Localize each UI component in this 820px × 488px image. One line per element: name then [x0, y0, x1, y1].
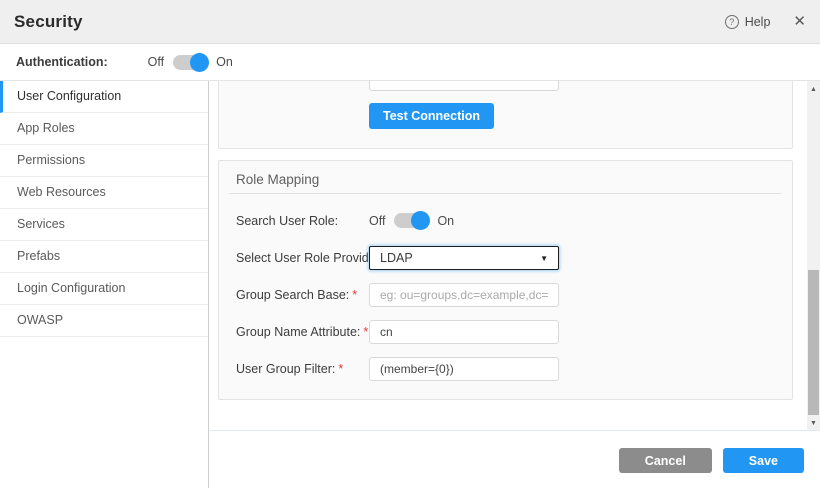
auth-off-label: Off [148, 55, 164, 69]
title-bar: Security ? Help ✕ [0, 0, 820, 44]
sidebar-item-services[interactable]: Services [0, 209, 208, 241]
role-mapping-title: Role Mapping [236, 172, 319, 187]
user-role-provider-select[interactable]: LDAP ▼ [369, 246, 559, 270]
auth-on-label: On [216, 55, 233, 69]
section-divider [229, 193, 781, 194]
sidebar-item-user-configuration[interactable]: User Configuration [0, 81, 208, 113]
required-asterisk: * [338, 362, 343, 376]
authentication-toggle[interactable] [173, 55, 207, 70]
sidebar-item-permissions[interactable]: Permissions [0, 145, 208, 177]
scroll-down-icon[interactable]: ▼ [807, 417, 820, 430]
group-search-base-input[interactable] [369, 283, 559, 307]
search-user-role-toggle[interactable] [394, 213, 428, 228]
user-group-filter-row: User Group Filter:* [236, 357, 775, 381]
footer-actions: Cancel Save [210, 431, 820, 488]
user-configuration-panel: Test Connection Role Mapping Search User… [210, 81, 807, 430]
toggle-knob [411, 211, 430, 230]
scroll-up-icon[interactable]: ▲ [807, 83, 820, 96]
sidebar-item-prefabs[interactable]: Prefabs [0, 241, 208, 273]
scrollbar-thumb[interactable] [808, 270, 819, 415]
sidebar-item-web-resources[interactable]: Web Resources [0, 177, 208, 209]
required-asterisk: * [352, 288, 357, 302]
ldap-partial-input[interactable] [369, 81, 559, 91]
help-label: Help [745, 15, 771, 29]
help-button[interactable]: ? Help [725, 15, 771, 29]
sidebar-item-app-roles[interactable]: App Roles [0, 113, 208, 145]
sidebar-item-owasp[interactable]: OWASP [0, 305, 208, 337]
provider-selected-value: LDAP [380, 251, 413, 265]
search-user-role-label: Search User Role: [236, 214, 338, 228]
authentication-label: Authentication: [16, 55, 108, 69]
cancel-button[interactable]: Cancel [619, 448, 712, 473]
provider-row: Select User Role Provider: LDAP ▼ [236, 246, 775, 270]
user-group-filter-label: User Group Filter:* [236, 362, 343, 376]
save-button[interactable]: Save [723, 448, 804, 473]
chevron-down-icon: ▼ [540, 254, 548, 263]
vertical-scrollbar[interactable]: ▲ ▼ [807, 81, 820, 430]
role-mapping-section: Role Mapping Search User Role: Off On Se… [218, 160, 793, 400]
user-group-filter-input[interactable] [369, 357, 559, 381]
page-title: Security [14, 12, 83, 32]
group-name-attribute-input[interactable] [369, 320, 559, 344]
group-name-attribute-label: Group Name Attribute:* [236, 325, 368, 339]
toggle-knob [190, 53, 209, 72]
provider-label: Select User Role Provider: [236, 251, 383, 265]
authentication-bar: Authentication: Off On [0, 44, 820, 81]
group-search-base-row: Group Search Base:* [236, 283, 775, 307]
ldap-connection-section: Test Connection [218, 81, 793, 149]
search-role-on-label: On [437, 214, 454, 228]
search-role-off-label: Off [369, 214, 385, 228]
group-search-base-label: Group Search Base:* [236, 288, 357, 302]
help-icon: ? [725, 15, 739, 29]
test-connection-button[interactable]: Test Connection [369, 103, 494, 129]
settings-sidebar: User Configuration App Roles Permissions… [0, 81, 209, 488]
group-name-attribute-row: Group Name Attribute:* [236, 320, 775, 344]
sidebar-item-login-configuration[interactable]: Login Configuration [0, 273, 208, 305]
search-user-role-row: Search User Role: Off On [236, 209, 775, 233]
close-icon[interactable]: ✕ [793, 14, 806, 29]
required-asterisk: * [363, 325, 368, 339]
